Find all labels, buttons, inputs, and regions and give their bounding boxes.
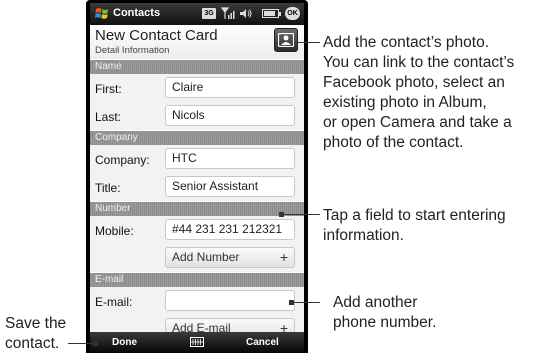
photo-callout-line-3: Facebook photo, select an [323,74,505,91]
contact-photo-button[interactable] [274,28,298,52]
page-title: New Contact Card [95,27,218,44]
signal-icon [221,7,235,19]
field-callout-line [283,214,320,215]
save-callout-line [68,343,94,344]
add-number-callout-line [293,302,320,303]
photo-callout-line [298,42,320,43]
add-number-callout-line-2: phone number. [333,314,437,331]
last-name-label: Last: [95,110,122,124]
softkey-bar: Done Cancel [90,332,304,353]
add-number-button[interactable]: Add Number + [165,247,295,268]
company-label: Company: [95,153,150,167]
save-callout-line-2: contact. [5,335,60,352]
company-field[interactable]: HTC [165,148,295,169]
keyboard-icon[interactable] [190,337,204,347]
email-label: E-mail: [95,295,133,309]
windows-logo-icon[interactable] [95,7,109,20]
photo-callout-line-6: photo of the contact. [323,134,464,151]
company-row: Company: HTC [90,145,304,173]
cancel-softkey[interactable]: Cancel [246,337,279,348]
section-company: Company [90,131,304,145]
title-label: Title: [95,181,121,195]
network-3g-icon: 3G [202,8,216,19]
app-title: Contacts [113,7,161,19]
phone-device: Contacts 3G OK New Contact Card Detail I… [86,0,308,353]
contact-photo-icon [278,33,294,47]
phone-screen: Contacts 3G OK New Contact Card Detail I… [90,3,304,353]
first-name-field[interactable]: Claire [165,77,295,98]
status-bar: Contacts 3G OK [90,3,304,25]
section-number: Number [90,202,304,216]
mobile-row: Mobile: #44 231 231 212321 [90,216,304,244]
ok-button[interactable]: OK [285,7,300,20]
field-callout-line-1: Tap a field to start entering [323,207,506,224]
done-softkey[interactable]: Done [112,337,137,348]
battery-icon [262,9,281,18]
save-callout-line-1: Save the [5,315,67,332]
save-callout-dot [93,341,98,346]
photo-callout-line-1: Add the contact’s photo. [323,34,490,51]
card-header: New Contact Card Detail Information [90,25,304,59]
add-number-callout-line-1: Add another [333,294,418,311]
photo-callout: Add the contact’s photo. You can link to… [323,33,514,153]
add-number-callout: Add another phone number. [333,293,436,333]
section-email: E-mail [90,273,304,287]
speaker-icon [240,9,252,18]
field-callout: Tap a field to start entering informatio… [323,206,506,246]
mobile-field[interactable]: #44 231 231 212321 [165,219,295,240]
last-name-field[interactable]: Nicols [165,105,295,126]
mobile-label: Mobile: [95,224,134,238]
photo-callout-line-4: existing photo in Album, [323,94,487,111]
page-subtitle: Detail Information [95,45,170,56]
email-row: E-mail: [90,287,304,315]
save-callout: Save the contact. [5,314,66,354]
first-name-label: First: [95,82,122,96]
last-name-row: Last: Nicols [90,102,304,130]
add-number-label: Add Number [172,250,240,264]
title-field[interactable]: Senior Assistant [165,176,295,197]
field-callout-line-2: information. [323,227,404,244]
first-name-row: First: Claire [90,74,304,102]
photo-callout-line-5: or open Camera and take a [323,114,512,131]
photo-callout-line-2: You can link to the contact’s [323,54,515,71]
add-number-row: Add Number + [90,244,304,272]
email-field[interactable] [165,290,295,311]
plus-icon: + [279,249,288,265]
title-row: Title: Senior Assistant [90,173,304,201]
section-name: Name [90,60,304,74]
